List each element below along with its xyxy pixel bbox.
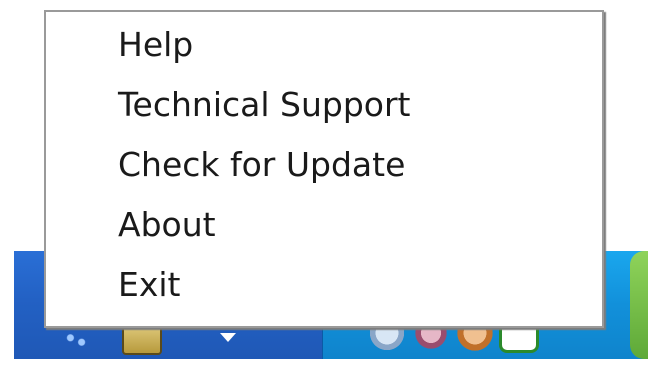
start-edge <box>630 251 648 359</box>
menu-item-check-for-update[interactable]: Check for Update <box>46 136 602 194</box>
quick-launch-icon[interactable] <box>62 329 90 351</box>
menu-item-help[interactable]: Help <box>46 16 602 74</box>
show-hidden-icons-arrow[interactable] <box>220 333 236 342</box>
screen: Help Technical Support Check for Update … <box>0 0 648 371</box>
menu-item-about[interactable]: About <box>46 196 602 254</box>
menu-item-exit[interactable]: Exit <box>46 256 602 314</box>
menu-item-technical-support[interactable]: Technical Support <box>46 76 602 134</box>
context-menu: Help Technical Support Check for Update … <box>44 10 604 328</box>
